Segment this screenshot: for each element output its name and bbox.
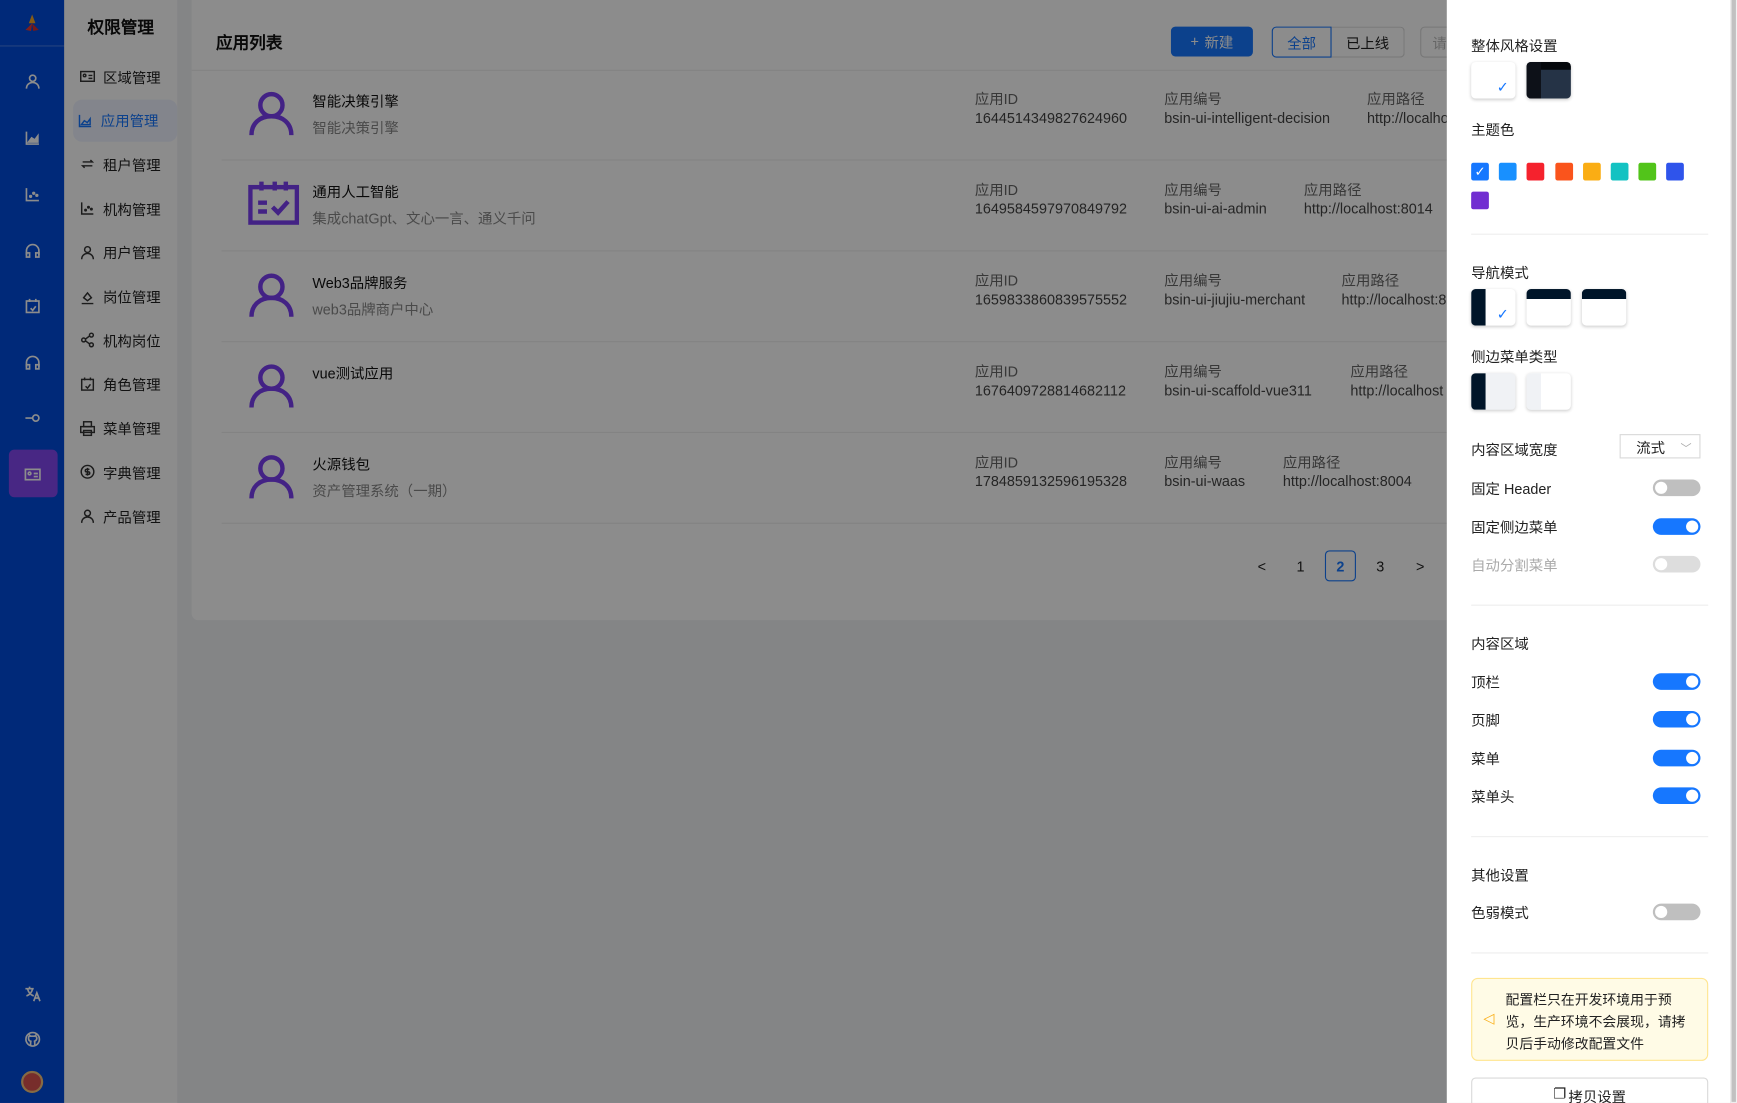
theme-color-swatch[interactable]	[1582, 162, 1601, 181]
nav-mix[interactable]	[1581, 289, 1627, 326]
divider	[1471, 604, 1709, 606]
toggle-switch[interactable]	[1652, 555, 1701, 573]
theme-color-swatch[interactable]	[1471, 191, 1489, 210]
divider	[1471, 836, 1709, 838]
style-light[interactable]: ✓	[1471, 62, 1516, 99]
other-title: 其他设置	[1471, 867, 1529, 884]
nav-side[interactable]: ✓	[1471, 289, 1516, 326]
side-menu-title: 侧边菜单类型	[1471, 348, 1558, 366]
theme-title: 主题色	[1471, 121, 1515, 139]
content-width-select[interactable]: 流式 ﹀	[1619, 434, 1701, 459]
toggle-label: 固定侧边菜单	[1471, 518, 1558, 536]
theme-color-swatch[interactable]	[1499, 162, 1517, 181]
notice-text: 配置栏只在开发环境用于预览，生产环境不会展现，请拷贝后手动修改配置文件	[1505, 992, 1686, 1053]
theme-color-swatch[interactable]	[1638, 162, 1657, 181]
toggle-switch[interactable]	[1652, 711, 1701, 728]
toggle-switch[interactable]	[1652, 787, 1701, 804]
toggle-label: 顶栏	[1471, 674, 1500, 692]
divider	[1471, 952, 1709, 954]
nav-title: 导航模式	[1471, 264, 1529, 282]
toggle-switch[interactable]	[1652, 517, 1701, 535]
nav-top[interactable]	[1526, 289, 1571, 326]
theme-color-swatch[interactable]	[1554, 162, 1573, 181]
toggle-label: 自动分割菜单	[1471, 557, 1558, 574]
check-icon: ✓	[1496, 305, 1509, 323]
copy-icon: ❐	[1553, 1085, 1567, 1102]
content-width-value: 流式	[1636, 439, 1666, 456]
notice-alert: ◁ 配置栏只在开发环境用于预览，生产环境不会展现，请拷贝后手动修改配置文件	[1471, 977, 1709, 1061]
toggle-label: 色弱模式	[1471, 904, 1529, 922]
copy-settings-label: 拷贝设置	[1568, 1088, 1627, 1103]
content-width-label: 内容区域宽度	[1471, 441, 1558, 459]
toggle-switch[interactable]	[1652, 673, 1701, 690]
settings-drawer: 整体风格设置 ✓ 主题色 ✓ 导航模式 ✓ 侧边菜单类型 内容区域宽度 流式 ﹀ …	[1446, 0, 1731, 1103]
toggle-label: 菜单	[1471, 750, 1500, 767]
divider	[1471, 233, 1709, 235]
theme-color-swatch[interactable]: ✓	[1471, 162, 1489, 181]
theme-color-swatch[interactable]	[1610, 162, 1629, 181]
toggle-label: 固定 Header	[1471, 480, 1552, 498]
scrollbar[interactable]	[1730, 0, 1737, 1103]
sound-icon: ◁	[1483, 1009, 1495, 1027]
toggle-label: 页脚	[1471, 712, 1500, 729]
style-title: 整体风格设置	[1471, 37, 1558, 55]
theme-color-swatch[interactable]	[1666, 162, 1685, 181]
copy-settings-button[interactable]: ❐ 拷贝设置	[1471, 1077, 1709, 1103]
content-title: 内容区域	[1471, 635, 1529, 653]
theme-color-swatch[interactable]	[1526, 162, 1545, 181]
toggle-label: 菜单头	[1471, 788, 1515, 805]
toggle-switch[interactable]	[1652, 903, 1701, 921]
chevron-down-icon: ﹀	[1680, 442, 1692, 455]
toggle-switch[interactable]	[1652, 749, 1701, 766]
side-menu-sub[interactable]	[1471, 373, 1516, 410]
side-menu-group[interactable]	[1526, 373, 1571, 410]
check-icon: ✓	[1496, 78, 1509, 96]
toggle-switch[interactable]	[1652, 479, 1701, 497]
style-dark[interactable]	[1526, 62, 1571, 99]
